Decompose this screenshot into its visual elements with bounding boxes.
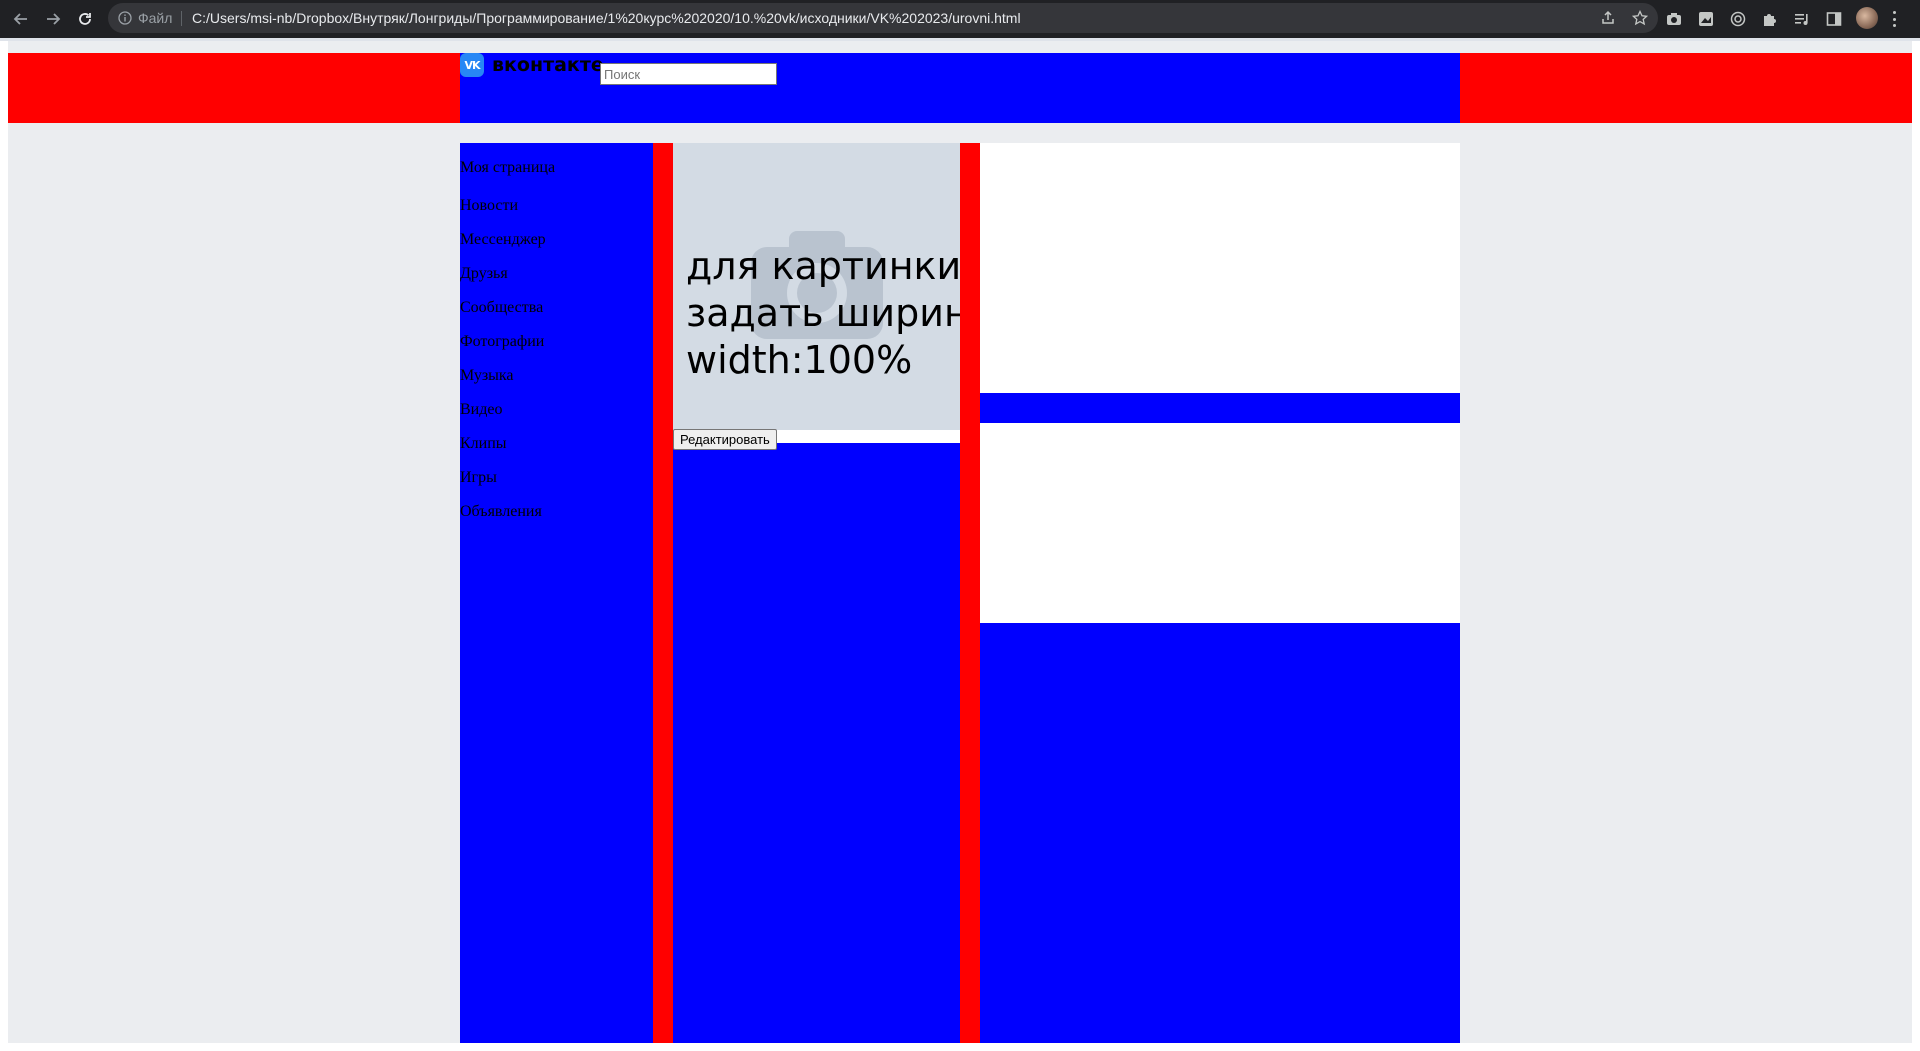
url-text[interactable]: C:/Users/msi-nb/Dropbox/Внутряк/Лонгриды… bbox=[192, 10, 1021, 26]
forward-arrow-icon bbox=[47, 13, 61, 25]
profile-photo-column: для картинки задать ширину width:100% Ре… bbox=[673, 143, 991, 1043]
camera-icon[interactable] bbox=[1664, 9, 1684, 29]
content-column bbox=[980, 143, 1460, 1043]
star-icon[interactable] bbox=[1632, 10, 1648, 26]
photo-caption-line: задать ширину bbox=[686, 291, 992, 335]
profile-photo[interactable]: для картинки задать ширину width:100% bbox=[673, 143, 991, 430]
media-icon[interactable] bbox=[1792, 9, 1812, 29]
sidebar-item-video[interactable]: Видео bbox=[460, 387, 653, 421]
page-body: VK вконтакте Моя страница Новости Мессен… bbox=[8, 41, 1912, 1043]
sidebar-item-news[interactable]: Новости bbox=[460, 183, 653, 217]
search-input[interactable] bbox=[600, 63, 777, 85]
vk-logo-icon: VK bbox=[460, 53, 484, 77]
puzzle-icon[interactable] bbox=[1760, 9, 1780, 29]
column-separator bbox=[960, 143, 980, 1043]
reload-button[interactable] bbox=[71, 5, 99, 33]
sidebar-item-games[interactable]: Игры bbox=[460, 455, 653, 489]
header-band: VK вконтакте bbox=[8, 53, 1912, 123]
content-block bbox=[980, 143, 1460, 393]
back-button[interactable] bbox=[7, 5, 35, 33]
target-icon[interactable] bbox=[1728, 9, 1748, 29]
column-separator bbox=[653, 143, 673, 1043]
content-block bbox=[980, 423, 1460, 623]
photo-card: для картинки задать ширину width:100% Ре… bbox=[673, 143, 991, 450]
sidebar-item-clips[interactable]: Клипы bbox=[460, 421, 653, 455]
sidebar-item-messenger[interactable]: Мессенджер bbox=[460, 217, 653, 251]
sidebar-item-ads[interactable]: Объявления bbox=[460, 489, 653, 523]
sidebar-item-music[interactable]: Музыка bbox=[460, 353, 653, 387]
edit-profile-button[interactable]: Редактировать bbox=[673, 429, 777, 450]
window-bottom-edge bbox=[0, 1043, 1920, 1051]
file-scheme-label: Файл bbox=[138, 10, 173, 26]
browser-toolbar: Файл C:/Users/msi-nb/Dropbox/Внутряк/Лон… bbox=[0, 0, 1920, 38]
screenshot-icon[interactable] bbox=[1696, 9, 1716, 29]
vk-logo[interactable]: VK вконтакте bbox=[460, 53, 604, 77]
sidebar-item-photos[interactable]: Фотографии bbox=[460, 319, 653, 353]
reload-icon bbox=[79, 13, 91, 25]
address-bar[interactable]: Файл C:/Users/msi-nb/Dropbox/Внутряк/Лон… bbox=[108, 3, 1658, 33]
sidepanel-icon[interactable] bbox=[1824, 9, 1844, 29]
vk-logo-text: вконтакте bbox=[492, 54, 604, 76]
sidebar: Моя страница Новости Мессенджер Друзья С… bbox=[460, 143, 653, 1043]
sidebar-item-my-page[interactable]: Моя страница bbox=[460, 143, 653, 183]
back-arrow-icon bbox=[13, 13, 27, 25]
header: VK вконтакте bbox=[460, 53, 1460, 123]
forward-button[interactable] bbox=[39, 5, 67, 33]
info-icon[interactable] bbox=[118, 11, 132, 25]
sidebar-item-friends[interactable]: Друзья bbox=[460, 251, 653, 285]
omnibox-separator bbox=[181, 11, 182, 26]
photo-caption: для картинки задать ширину width:100% bbox=[686, 243, 996, 384]
photo-caption-line: для картинки bbox=[686, 244, 962, 288]
kebab-menu-icon[interactable] bbox=[1890, 9, 1898, 29]
share-icon[interactable] bbox=[1600, 10, 1616, 26]
photo-caption-line: width:100% bbox=[686, 338, 913, 382]
sidebar-item-communities[interactable]: Сообщества bbox=[460, 285, 653, 319]
avatar[interactable] bbox=[1856, 7, 1878, 29]
